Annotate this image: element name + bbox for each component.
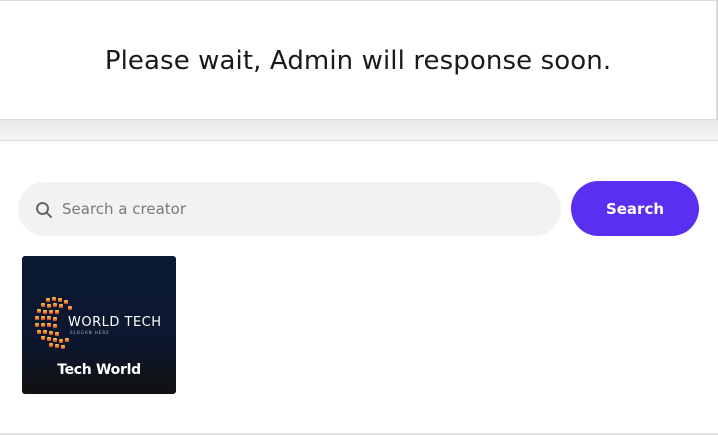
section-separator [0,120,718,141]
world-tech-logo: WORLD TECH SLOGAN HERE [35,297,162,349]
logo-slogan: SLOGAN HERE [70,330,110,335]
creator-name: Tech World [57,362,141,378]
search-button[interactable]: Search [571,181,699,236]
page: Please wait, Admin will response soon. S… [0,0,718,435]
logo-text: WORLD TECH [68,315,162,330]
creator-card[interactable]: WORLD TECH SLOGAN HERE Tech World [22,256,176,394]
search-input[interactable] [62,182,542,236]
notice-panel: Please wait, Admin will response soon. [0,1,718,120]
search-icon [36,202,52,218]
creator-search-section: Search a creator Search WORLD TECH SLOGA… [0,141,718,433]
notice-message: Please wait, Admin will response soon. [104,46,612,76]
search-box[interactable] [18,182,561,236]
